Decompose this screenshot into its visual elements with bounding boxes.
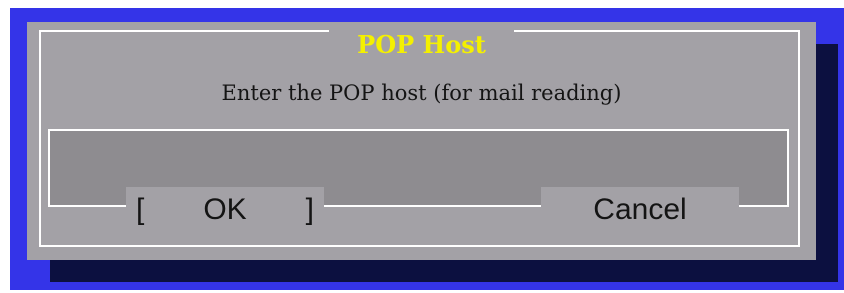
cancel-button-label: Cancel xyxy=(593,193,687,226)
cancel-button[interactable]: Cancel xyxy=(541,187,739,233)
ok-button-label: OK xyxy=(203,193,247,226)
ok-bracket-right: ] xyxy=(305,193,314,226)
ok-button[interactable]: [ OK ] xyxy=(126,187,324,233)
dialog-prompt: Enter the POP host (for mail reading) xyxy=(221,81,622,105)
pop-host-dialog: POP Host Enter the POP host (for mail re… xyxy=(27,22,816,260)
